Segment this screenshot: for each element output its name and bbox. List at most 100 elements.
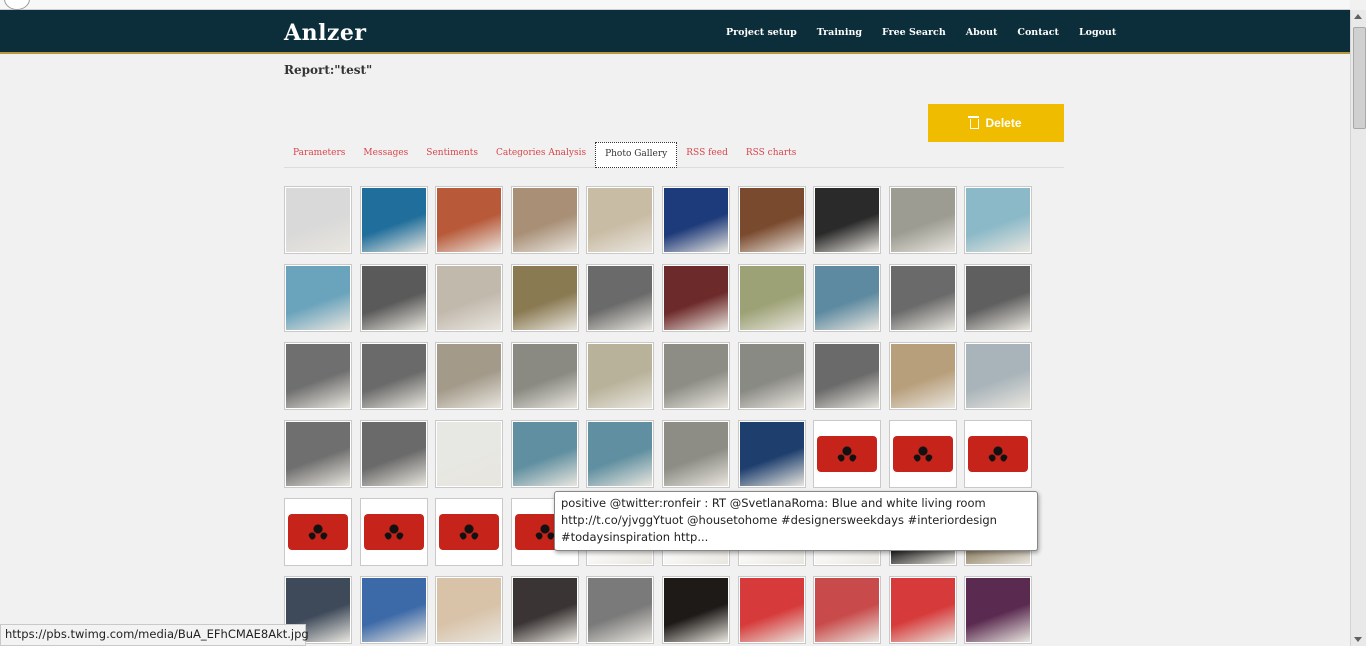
gallery-thumbnail[interactable]: [888, 420, 957, 488]
gallery-thumbnail[interactable]: [435, 186, 504, 254]
scroll-down-arrow-icon[interactable]: [1354, 637, 1362, 642]
thumbnail-image: [588, 578, 653, 642]
gallery-thumbnail[interactable]: [359, 342, 428, 410]
nav-training[interactable]: Training: [817, 27, 862, 38]
gallery-thumbnail[interactable]: [737, 420, 806, 488]
image-tooltip: positive @twitter:ronfeir : RT @Svetlana…: [554, 491, 1038, 551]
gallery-thumbnail[interactable]: [435, 264, 504, 332]
gallery-thumbnail[interactable]: [359, 264, 428, 332]
gallery-thumbnail[interactable]: [435, 342, 504, 410]
thumbnail-image: [966, 344, 1031, 408]
gallery-thumbnail[interactable]: [586, 186, 655, 254]
nav-free-search[interactable]: Free Search: [882, 27, 946, 38]
gallery-thumbnail[interactable]: [888, 342, 957, 410]
gallery-thumbnail[interactable]: [284, 342, 352, 410]
gallery-thumbnail[interactable]: [888, 186, 957, 254]
thumbnail-image: [815, 578, 880, 642]
thumbnail-image: [437, 188, 502, 252]
thumbnail-image: [437, 422, 502, 486]
gallery-thumbnail[interactable]: [359, 498, 428, 566]
thumbnail-image: [966, 578, 1031, 642]
thumbnail-image: [739, 188, 804, 252]
thumbnail-image: [664, 266, 728, 330]
thumbnail-image: [890, 344, 955, 408]
thumbnail-image: [739, 344, 804, 408]
tab-messages[interactable]: Messages: [354, 142, 417, 167]
tab-categories-analysis[interactable]: Categories Analysis: [487, 142, 595, 167]
thumbnail-image: [588, 344, 653, 408]
thumbnail-image: [739, 578, 804, 642]
gallery-thumbnail[interactable]: [964, 576, 1033, 644]
tab-photo-gallery[interactable]: Photo Gallery: [595, 142, 678, 168]
gallery-thumbnail[interactable]: [737, 576, 806, 644]
gallery-thumbnail[interactable]: [586, 342, 655, 410]
thumbnail-image: [890, 266, 955, 330]
gallery-thumbnail[interactable]: [359, 186, 428, 254]
gallery-thumbnail[interactable]: [359, 576, 428, 644]
gallery-thumbnail[interactable]: [888, 264, 957, 332]
gallery-thumbnail[interactable]: [737, 186, 806, 254]
gallery-thumbnail[interactable]: [813, 186, 882, 254]
gallery-thumbnail[interactable]: [284, 498, 352, 566]
gallery-thumbnail[interactable]: [888, 576, 957, 644]
thumbnail-image: [588, 266, 653, 330]
gallery-thumbnail[interactable]: [284, 186, 352, 254]
thumbnail-image: [286, 344, 350, 408]
scrollbar-thumb[interactable]: [1353, 27, 1366, 129]
gallery-thumbnail[interactable]: [662, 576, 730, 644]
gallery-thumbnail[interactable]: [435, 576, 504, 644]
tab-rss-feed[interactable]: RSS feed: [677, 142, 737, 167]
gallery-thumbnail[interactable]: [586, 420, 655, 488]
brand-logo[interactable]: Anlzer: [284, 20, 367, 46]
vertical-scrollbar[interactable]: [1350, 10, 1366, 646]
gallery-thumbnail[interactable]: [510, 576, 579, 644]
gallery-thumbnail[interactable]: [813, 576, 882, 644]
delete-button[interactable]: Delete: [928, 104, 1064, 142]
gallery-thumbnail[interactable]: [813, 420, 882, 488]
nav-logout[interactable]: Logout: [1079, 27, 1116, 38]
gallery-thumbnail[interactable]: [435, 498, 504, 566]
gallery-thumbnail[interactable]: [662, 420, 730, 488]
thumbnail-image: [361, 188, 426, 252]
gallery-thumbnail[interactable]: [737, 264, 806, 332]
tab-rss-charts[interactable]: RSS charts: [737, 142, 806, 167]
gallery-thumbnail[interactable]: [813, 342, 882, 410]
gallery-thumbnail[interactable]: [964, 264, 1033, 332]
gallery-thumbnail[interactable]: [435, 420, 504, 488]
thumbnail-image: [437, 578, 502, 642]
tab-parameters[interactable]: Parameters: [284, 142, 354, 167]
gallery-thumbnail[interactable]: [964, 342, 1033, 410]
gallery-thumbnail[interactable]: [662, 264, 730, 332]
thumbnail-image: [361, 266, 426, 330]
thumbnail-image: [361, 422, 426, 486]
browser-top-strip: [0, 0, 1350, 10]
gallery-thumbnail[interactable]: [662, 186, 730, 254]
gallery-thumbnail[interactable]: [813, 264, 882, 332]
thumbnail-image: [815, 266, 880, 330]
gallery-thumbnail[interactable]: [510, 264, 579, 332]
gallery-thumbnail[interactable]: [737, 342, 806, 410]
tab-sentiments[interactable]: Sentiments: [417, 142, 487, 167]
thumbnail-image: [512, 344, 577, 408]
browser-button[interactable]: [4, 0, 30, 10]
nav-links: Project setup Training Free Search About…: [716, 27, 1126, 38]
nav-about[interactable]: About: [966, 27, 998, 38]
gallery-thumbnail[interactable]: [586, 264, 655, 332]
nav-project-setup[interactable]: Project setup: [726, 27, 797, 38]
gallery-thumbnail[interactable]: [359, 420, 428, 488]
gallery-thumbnail[interactable]: [284, 420, 352, 488]
gallery-thumbnail[interactable]: [284, 264, 352, 332]
gallery-thumbnail[interactable]: [586, 576, 655, 644]
scroll-up-arrow-icon[interactable]: [1354, 14, 1362, 19]
thumbnail-image: [966, 422, 1031, 486]
nav-contact[interactable]: Contact: [1017, 27, 1059, 38]
thumbnail-image: [361, 344, 426, 408]
gallery-thumbnail[interactable]: [510, 420, 579, 488]
gallery-thumbnail[interactable]: [964, 420, 1033, 488]
gallery-thumbnail[interactable]: [510, 186, 579, 254]
gallery-thumbnail[interactable]: [964, 186, 1033, 254]
gallery-thumbnail[interactable]: [510, 342, 579, 410]
trash-icon: [968, 116, 980, 129]
gallery-thumbnail[interactable]: [662, 342, 730, 410]
thumbnail-image: [512, 188, 577, 252]
